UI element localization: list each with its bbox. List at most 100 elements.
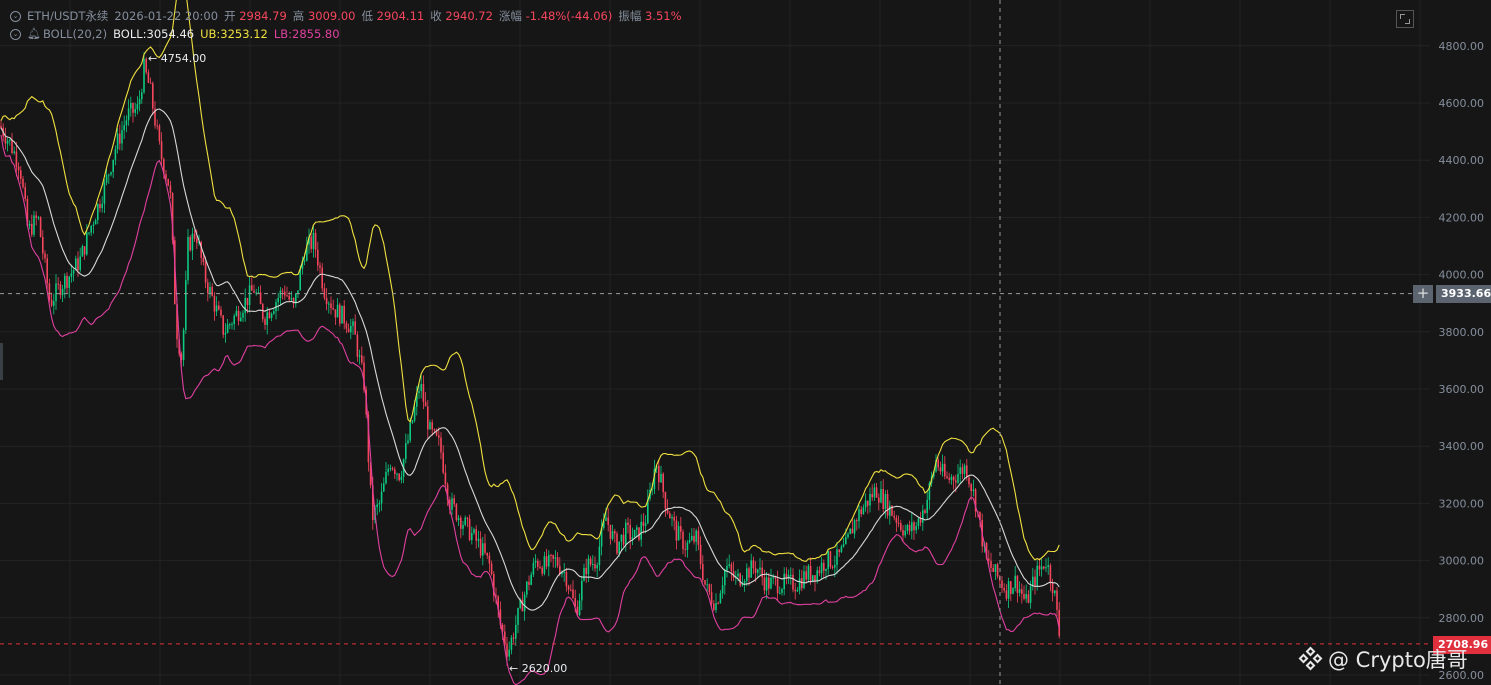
- candle-body: [1045, 567, 1047, 569]
- candle-body: [130, 103, 132, 109]
- candle-body: [792, 574, 794, 590]
- candle-body: [424, 401, 427, 407]
- boll-lb-value: LB:2855.80: [273, 27, 340, 41]
- candle-body: [1038, 565, 1041, 570]
- candle-body: [400, 476, 403, 481]
- candle-body: [627, 522, 629, 525]
- candle-body: [743, 581, 746, 585]
- candle-body: [966, 465, 968, 478]
- candle-body: [185, 280, 187, 331]
- candle-body: [1014, 575, 1016, 589]
- candle-body: [642, 521, 645, 526]
- candle-body: [842, 544, 845, 547]
- candle-body: [1021, 589, 1023, 594]
- candle-body: [134, 109, 136, 113]
- candle-body: [156, 125, 158, 127]
- candle-body: [754, 568, 757, 573]
- fullscreen-icon[interactable]: [1396, 10, 1414, 28]
- change-label: 涨幅: [498, 9, 522, 23]
- candle-body: [972, 489, 975, 491]
- add-alert-plus-icon[interactable]: +: [1413, 285, 1433, 303]
- candle-body: [341, 305, 343, 324]
- candle-body: [704, 580, 706, 585]
- y-axis-tick-label: 3600.00: [1439, 383, 1485, 396]
- y-axis-tick-label: 4600.00: [1439, 97, 1485, 110]
- candle-body: [259, 292, 262, 305]
- candle-body: [88, 232, 90, 234]
- candle-body: [479, 538, 482, 556]
- candle-body: [589, 558, 592, 565]
- y-axis-tick-label: 3000.00: [1439, 555, 1485, 568]
- candle-body: [396, 473, 398, 475]
- candle-body: [321, 267, 323, 289]
- candle-body: [937, 460, 939, 468]
- candle-body: [33, 215, 35, 235]
- candle-body: [851, 528, 854, 534]
- candle-body: [526, 581, 528, 595]
- candle-body: [116, 133, 119, 150]
- candle-body: [1007, 581, 1010, 599]
- candle-body: [20, 170, 22, 179]
- candle-body: [699, 544, 702, 565]
- candle-body: [893, 515, 895, 518]
- candle-body: [554, 557, 557, 559]
- candle-body: [614, 531, 616, 534]
- candle-body: [231, 324, 233, 326]
- candle-body: [433, 429, 436, 431]
- panel-resize-handle[interactable]: [0, 343, 3, 380]
- candle-body: [847, 533, 849, 538]
- candle-body: [713, 603, 715, 610]
- candle-body: [1043, 566, 1045, 569]
- candle-body: [398, 473, 400, 481]
- candle-body: [970, 484, 972, 491]
- chevron-down-icon[interactable]: ⌄: [10, 10, 21, 22]
- candle-body: [420, 384, 422, 392]
- candle-body: [541, 567, 543, 574]
- candle-body: [193, 233, 196, 239]
- candle-body: [383, 483, 385, 492]
- candle-body: [22, 178, 24, 188]
- chevron-down-icon[interactable]: ⌄: [10, 28, 21, 40]
- candle-body: [919, 518, 922, 523]
- candlestick-chart[interactable]: 4800.00 4600.00 4400.00 4200.00 4000.00 3800.…: [0, 0, 1491, 685]
- candle-body: [840, 546, 843, 553]
- candle-body: [831, 566, 834, 568]
- candle-body: [834, 565, 836, 568]
- candle-body: [779, 592, 781, 594]
- candle-body: [268, 312, 271, 318]
- candle-body: [706, 584, 708, 586]
- candle-body: [671, 516, 673, 519]
- candle-body: [765, 577, 768, 591]
- candle-body: [169, 185, 172, 194]
- amplitude-value: 3.51%: [644, 9, 682, 23]
- candle-body: [477, 538, 480, 541]
- candle-body: [594, 563, 596, 569]
- candle-body: [222, 315, 224, 335]
- y-axis-tick-label: 3200.00: [1439, 497, 1485, 510]
- y-axis-tick-label: 3400.00: [1439, 440, 1485, 453]
- candle-body: [286, 295, 288, 297]
- candle-body: [1058, 609, 1060, 636]
- candle-body: [270, 313, 273, 318]
- candle-body: [207, 282, 209, 293]
- candle-body: [719, 593, 722, 604]
- candle-body: [860, 509, 862, 515]
- candle-body: [264, 319, 266, 325]
- candle-body: [856, 520, 858, 522]
- candle-body: [411, 420, 414, 423]
- candle-body: [530, 574, 532, 585]
- candle-body: [900, 523, 902, 531]
- candle-body: [796, 590, 799, 592]
- candle-body: [523, 594, 526, 612]
- candle-body: [471, 532, 473, 541]
- candle-body: [761, 567, 763, 578]
- grid: [0, 0, 1430, 685]
- candle-body: [475, 529, 477, 541]
- candle-body: [908, 525, 911, 532]
- boll-name[interactable]: BOLL(20,2): [43, 25, 107, 43]
- candle-body: [578, 600, 581, 616]
- candle-body: [389, 468, 392, 470]
- candle-body: [253, 290, 255, 293]
- bell-icon[interactable]: 🔔︎: [27, 25, 41, 43]
- candle-body: [385, 471, 387, 484]
